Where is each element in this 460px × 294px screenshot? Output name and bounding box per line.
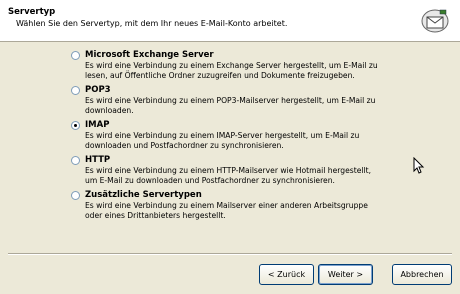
option-description: Es wird eine Verbindung zu einem Mailser… (85, 201, 405, 221)
next-button[interactable]: Weiter > (318, 264, 373, 285)
page-subtitle: Wählen Sie den Servertyp, mit dem Ihr ne… (16, 19, 288, 28)
page-title: Servertyp (8, 7, 56, 17)
description-line: Es wird eine Verbindung zu einem Exchang… (85, 61, 378, 70)
option-label: IMAP (85, 120, 110, 130)
footer-separator (8, 253, 452, 255)
description-line: downloaden. (85, 106, 134, 115)
option-description: Es wird eine Verbindung zu einem Exchang… (85, 61, 405, 81)
option-http[interactable]: HTTP Es wird eine Verbindung zu einem HT… (71, 154, 401, 186)
option-imap[interactable]: IMAP Es wird eine Verbindung zu einem IM… (71, 119, 401, 151)
option-description: Es wird eine Verbindung zu einem IMAP-Se… (85, 131, 405, 151)
radio-imap[interactable] (71, 121, 80, 130)
description-line: um E-Mail zu downloaden und Postfachordn… (85, 176, 335, 185)
description-line: Es wird eine Verbindung zu einem HTTP-Ma… (85, 166, 371, 175)
radio-exchange[interactable] (71, 51, 80, 60)
server-type-options: Microsoft Exchange Server Es wird eine V… (71, 49, 401, 224)
description-line: Es wird eine Verbindung zu einem Mailser… (85, 201, 368, 210)
email-server-icon (421, 9, 449, 33)
option-label: HTTP (85, 155, 111, 165)
description-line: lesen, auf Öffentliche Ordner zuzugreife… (85, 71, 355, 80)
option-additional-servers[interactable]: Zusätzliche Servertypen Es wird eine Ver… (71, 189, 401, 221)
description-line: Es wird eine Verbindung zu einem POP3-Ma… (85, 96, 376, 105)
option-description: Es wird eine Verbindung zu einem POP3-Ma… (85, 96, 405, 116)
cancel-button[interactable]: Abbrechen (392, 264, 452, 285)
option-exchange[interactable]: Microsoft Exchange Server Es wird eine V… (71, 49, 401, 81)
option-label: Microsoft Exchange Server (85, 50, 214, 60)
option-pop3[interactable]: POP3 Es wird eine Verbindung zu einem PO… (71, 84, 401, 116)
back-button[interactable]: < Zurück (259, 264, 314, 285)
option-label: Zusätzliche Servertypen (85, 190, 202, 200)
description-line: Es wird eine Verbindung zu einem IMAP-Se… (85, 131, 360, 140)
description-line: oder eines Drittanbieters hergestellt. (85, 211, 226, 220)
radio-pop3[interactable] (71, 86, 80, 95)
wizard-header: Servertyp Wählen Sie den Servertyp, mit … (0, 0, 460, 42)
option-label: POP3 (85, 85, 111, 95)
mouse-cursor-icon (413, 157, 425, 174)
description-line: downloaden und Postfachordner zu synchro… (85, 141, 284, 150)
radio-http[interactable] (71, 156, 80, 165)
radio-additional-servers[interactable] (71, 191, 80, 200)
option-description: Es wird eine Verbindung zu einem HTTP-Ma… (85, 166, 405, 186)
